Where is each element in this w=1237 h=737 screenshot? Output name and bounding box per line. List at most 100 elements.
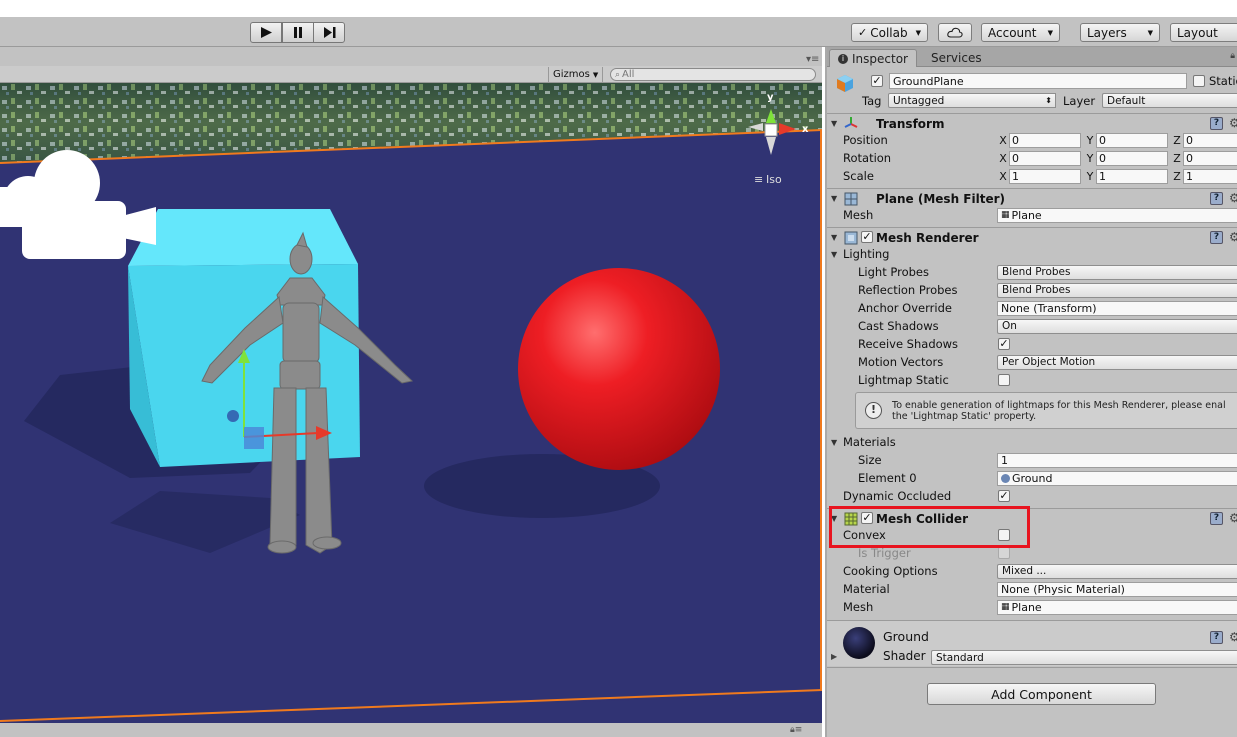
settings-icon[interactable]: ⚙ xyxy=(1229,631,1237,644)
mesh-filter-icon xyxy=(844,192,858,206)
vector-z-field[interactable]: Z1 xyxy=(1171,168,1237,184)
search-placeholder: All xyxy=(622,69,635,80)
cooking-options-value: Mixed ... xyxy=(1002,565,1047,577)
mesh-filter-header[interactable]: ▼ Plane (Mesh Filter) ? ⚙ xyxy=(827,188,1237,208)
vector-x-field[interactable]: X0 xyxy=(997,132,1081,148)
vector-y-field[interactable]: Y0 xyxy=(1084,150,1168,166)
lightmap-static-label: Lightmap Static xyxy=(858,373,949,387)
element0-value: Ground xyxy=(1012,471,1053,485)
material-preview-sphere xyxy=(843,627,875,659)
vector-value[interactable]: 0 xyxy=(1009,132,1081,148)
vector-x-field[interactable]: X1 xyxy=(997,168,1081,184)
sphere-object[interactable] xyxy=(518,268,720,470)
size-label: Size xyxy=(858,453,882,467)
layer-dropdown[interactable]: Default xyxy=(1102,93,1237,108)
search-icon: ⌕ xyxy=(615,69,621,80)
info-icon: i xyxy=(838,53,848,64)
lightmap-help-box: ! To enable generation of lightmaps for … xyxy=(855,392,1237,429)
physic-material-field[interactable]: None (Physic Material) xyxy=(997,581,1237,597)
reflection-probes-dropdown[interactable]: Blend Probes xyxy=(997,282,1237,298)
help-icon[interactable]: ? xyxy=(1210,117,1223,130)
tag-dropdown[interactable]: Untagged ⬍ xyxy=(888,93,1056,108)
dynamic-occluded-checkbox[interactable]: ✓ xyxy=(998,490,1010,502)
materials-label: Materials xyxy=(843,435,896,449)
play-button[interactable] xyxy=(250,22,282,43)
object-name-field[interactable]: GroundPlane xyxy=(889,73,1187,89)
dynamic-occluded-row: Dynamic Occluded ✓ xyxy=(827,487,1237,505)
active-checkbox[interactable]: ✓ xyxy=(871,75,883,87)
help-icon[interactable]: ? xyxy=(1210,231,1223,244)
motion-vectors-dropdown[interactable]: Per Object Motion xyxy=(997,354,1237,370)
cloud-button[interactable] xyxy=(938,23,972,42)
tag-value: Untagged xyxy=(893,94,945,107)
lock-icon[interactable]: 🔒︎≡ xyxy=(790,725,802,735)
help-icon[interactable]: ? xyxy=(1210,192,1223,205)
settings-icon[interactable]: ⚙ xyxy=(1229,117,1237,130)
axis-label: X xyxy=(999,133,1007,147)
scene-viewport[interactable]: y x ≡ Iso xyxy=(0,83,822,723)
layer-label: Layer xyxy=(1063,94,1096,108)
vector-y-field[interactable]: Y1 xyxy=(1084,168,1168,184)
gizmos-dropdown[interactable]: Gizmos ▼ xyxy=(548,67,604,82)
play-icon xyxy=(261,27,272,38)
vector-value[interactable]: 1 xyxy=(1183,168,1237,184)
lightmap-static-checkbox[interactable] xyxy=(998,374,1010,386)
layers-dropdown[interactable]: Layers ▼ xyxy=(1080,23,1160,42)
vector-z-field[interactable]: Z0 xyxy=(1171,150,1237,166)
tab-inspector[interactable]: i Inspector xyxy=(829,49,917,67)
light-probes-dropdown[interactable]: Blend Probes xyxy=(997,264,1237,280)
step-button[interactable] xyxy=(313,22,345,43)
materials-size-row: Size 1 xyxy=(827,451,1237,469)
mesh-renderer-enabled-checkbox[interactable]: ✓ xyxy=(861,231,873,243)
vector-value[interactable]: 1 xyxy=(1096,168,1168,184)
reflection-probes-label: Reflection Probes xyxy=(858,283,958,297)
settings-icon[interactable]: ⚙ xyxy=(1229,231,1237,244)
motion-vectors-row: Motion Vectors Per Object Motion xyxy=(827,353,1237,371)
vector-value[interactable]: 0 xyxy=(1096,150,1168,166)
lock-icon[interactable]: 🔒︎ xyxy=(1230,51,1235,61)
materials-foldout[interactable]: ▼ Materials xyxy=(827,433,1237,451)
dropdown-arrow-icon: ▼ xyxy=(1147,28,1153,37)
foldout-open-icon: ▼ xyxy=(831,249,838,259)
help-icon[interactable]: ? xyxy=(1210,631,1223,644)
receive-shadows-checkbox[interactable]: ✓ xyxy=(998,338,1010,350)
lighting-foldout[interactable]: ▼ Lighting xyxy=(827,245,1237,263)
lighting-label: Lighting xyxy=(843,247,890,261)
account-dropdown[interactable]: Account ▼ xyxy=(981,23,1060,42)
vector-z-field[interactable]: Z0 xyxy=(1171,132,1237,148)
collab-button[interactable]: ✓ Collab ▼ xyxy=(851,23,928,42)
vector-x-field[interactable]: X0 xyxy=(997,150,1081,166)
scene-search-input[interactable]: ⌕ All xyxy=(610,68,816,81)
layout-label: Layout xyxy=(1177,25,1218,40)
physic-material-value: None (Physic Material) xyxy=(1001,582,1125,596)
help-icon[interactable]: ? xyxy=(1210,512,1223,525)
add-component-button[interactable]: Add Component xyxy=(927,683,1156,705)
info-icon: ! xyxy=(865,402,882,419)
settings-icon[interactable]: ⚙ xyxy=(1229,512,1237,525)
material-header[interactable]: Ground ▶ Shader Standard ? ⚙ xyxy=(827,620,1237,666)
vector-value[interactable]: 0 xyxy=(1183,132,1237,148)
element0-field[interactable]: Ground xyxy=(997,470,1237,486)
vector-value[interactable]: 1 xyxy=(1009,168,1081,184)
vector-y-field[interactable]: Y0 xyxy=(1084,132,1168,148)
pause-button[interactable] xyxy=(282,22,314,43)
foldout-closed-icon[interactable]: ▶ xyxy=(831,652,837,661)
tab-services[interactable]: Services xyxy=(923,49,990,67)
collider-mesh-field[interactable]: ▦ Plane xyxy=(997,599,1237,615)
settings-icon[interactable]: ⚙ xyxy=(1229,192,1237,205)
static-checkbox[interactable] xyxy=(1193,75,1205,87)
shader-dropdown[interactable]: Standard xyxy=(931,650,1237,665)
layout-dropdown[interactable]: Layout xyxy=(1170,23,1237,42)
mesh-renderer-header[interactable]: ▼ ✓ Mesh Renderer ? ⚙ xyxy=(827,227,1237,247)
size-field[interactable]: 1 xyxy=(997,452,1237,468)
cooking-options-dropdown[interactable]: Mixed ... xyxy=(997,563,1237,579)
vector-value[interactable]: 0 xyxy=(1009,150,1081,166)
cast-shadows-dropdown[interactable]: On xyxy=(997,318,1237,334)
vector-value[interactable]: 0 xyxy=(1096,132,1168,148)
transform-header[interactable]: ▼ Transform ? ⚙ xyxy=(827,113,1237,133)
transform-row-label: Scale xyxy=(843,169,874,183)
vector-value[interactable]: 0 xyxy=(1183,150,1237,166)
panel-menu-icon[interactable]: ▾≡ xyxy=(806,54,819,65)
anchor-override-field[interactable]: None (Transform) xyxy=(997,300,1237,316)
mesh-field[interactable]: ▦ Plane xyxy=(997,207,1237,223)
